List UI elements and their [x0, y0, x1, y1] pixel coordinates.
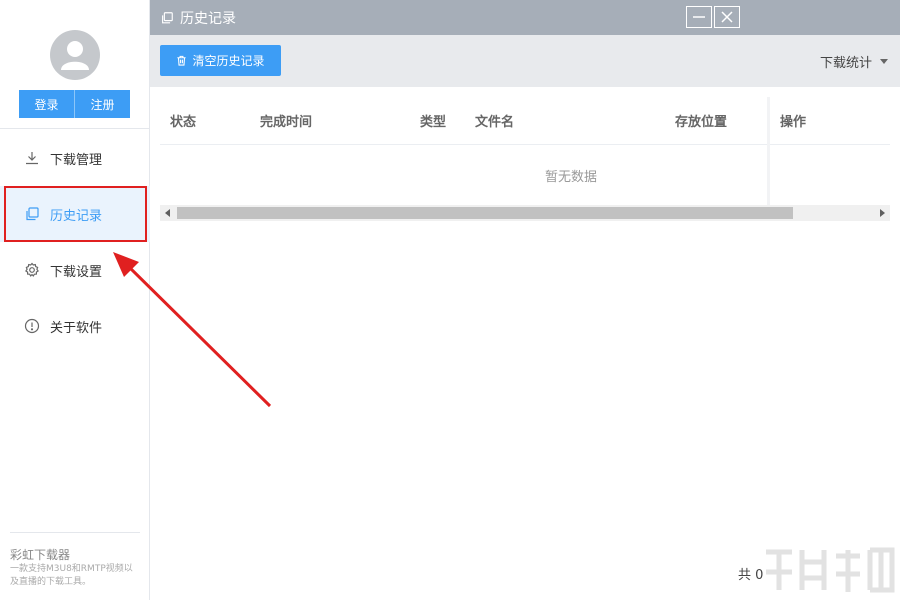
auth-buttons: 登录 注册	[19, 90, 130, 118]
sidebar-item-label: 下载设置	[50, 264, 103, 280]
sidebar-item-history[interactable]: 历史记录	[0, 186, 150, 242]
download-icon	[24, 150, 40, 166]
register-button[interactable]: 注册	[75, 90, 130, 118]
sidebar: 登录 注册 下载管理 历史记录 下载设置 关于软件 彩虹下载器 一款支持M3U8…	[0, 0, 150, 600]
scroll-right-icon[interactable]	[880, 209, 885, 217]
clear-history-label: 清空历史记录	[192, 54, 265, 68]
column-header-finish-time[interactable]: 完成时间	[260, 111, 312, 130]
user-icon	[61, 41, 89, 70]
close-icon	[721, 11, 733, 23]
login-button[interactable]: 登录	[19, 90, 75, 118]
column-header-status[interactable]: 状态	[170, 111, 196, 130]
divider	[0, 128, 150, 129]
sidebar-item-download-manager[interactable]: 下载管理	[0, 130, 150, 186]
trash-icon	[177, 55, 187, 66]
sidebar-nav: 下载管理 历史记录 下载设置 关于软件	[0, 130, 150, 354]
column-header-type[interactable]: 类型	[420, 111, 446, 130]
column-header-location[interactable]: 存放位置	[675, 111, 727, 130]
total-count: 共 0	[738, 568, 764, 583]
scrollbar-thumb[interactable]	[177, 207, 793, 219]
close-button[interactable]	[714, 6, 740, 28]
download-stats-label: 下载统计	[819, 56, 872, 71]
empty-state-text: 暂无数据	[545, 170, 598, 185]
sidebar-item-label: 历史记录	[50, 208, 103, 224]
column-header-actions[interactable]: 操作	[780, 111, 806, 130]
table-header: 状态 完成时间 类型 文件名 存放位置 操作	[160, 95, 890, 145]
minimize-icon	[693, 16, 705, 18]
history-icon	[160, 11, 174, 25]
app-brand-title: 彩虹下载器	[10, 548, 71, 562]
sidebar-item-label: 下载管理	[50, 152, 103, 168]
title-bar: 历史记录	[150, 0, 900, 35]
column-header-filename[interactable]: 文件名	[475, 111, 514, 130]
info-icon	[24, 318, 40, 334]
caret-down-icon	[880, 59, 888, 64]
minimize-button[interactable]	[686, 6, 712, 28]
sidebar-item-label: 关于软件	[50, 320, 103, 336]
download-stats-dropdown[interactable]: 下载统计	[820, 52, 888, 71]
clear-history-button[interactable]: 清空历史记录	[160, 45, 281, 76]
toolbar: 清空历史记录 下载统计	[150, 35, 900, 87]
column-separator	[767, 97, 770, 219]
avatar[interactable]	[50, 30, 100, 80]
history-icon	[24, 206, 40, 222]
window-title: 历史记录	[180, 10, 236, 27]
horizontal-scrollbar[interactable]	[160, 205, 890, 221]
watermark-logo	[766, 547, 895, 593]
gear-icon	[24, 262, 40, 278]
sidebar-item-download-settings[interactable]: 下载设置	[0, 242, 150, 298]
scroll-left-icon[interactable]	[165, 209, 170, 217]
divider	[10, 532, 140, 533]
app-brand-description: 一款支持M3U8和RMTP视频以及直播的下载工具。	[10, 564, 133, 587]
sidebar-item-about[interactable]: 关于软件	[0, 298, 150, 354]
